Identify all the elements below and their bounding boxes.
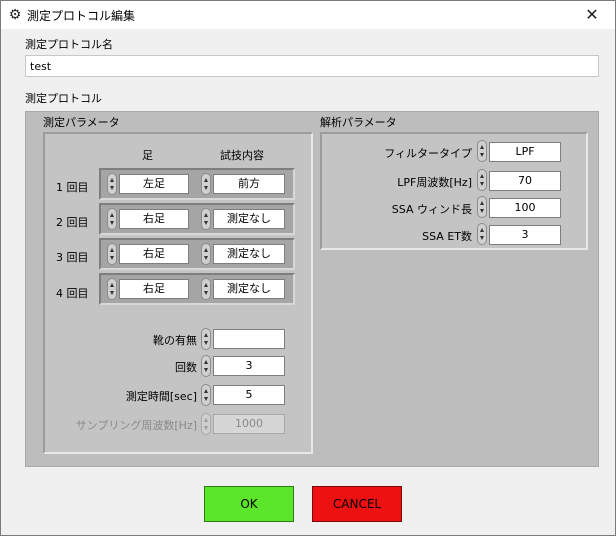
attempt-1-foot-spinner[interactable] (107, 173, 117, 195)
protocol-name-label: 測定プロトコル名 (25, 38, 113, 51)
attempt-3-foot-spinner[interactable] (107, 243, 117, 265)
attempt-2-label: 2 回目 (56, 216, 89, 229)
attempt-2-content-value[interactable]: 測定なし (213, 209, 285, 229)
attempt-1-row: 左足 前方 (99, 168, 295, 200)
title-bar: ⚙ 測定プロトコル編集 ✕ (1, 1, 615, 29)
ssa-window-spinner[interactable] (477, 196, 487, 218)
time-value[interactable]: 5 (213, 385, 285, 405)
protocol-name-input[interactable] (25, 55, 599, 77)
attempt-2-foot-spinner[interactable] (107, 208, 117, 230)
time-spinner[interactable] (201, 384, 211, 406)
measure-params-title: 測定パラメータ (43, 116, 120, 129)
close-button[interactable]: ✕ (569, 1, 615, 29)
time-label: 測定時間[sec] (125, 390, 197, 403)
lpf-freq-label: LPF周波数[Hz] (397, 176, 472, 189)
count-spinner[interactable] (201, 355, 211, 377)
attempt-1-foot-value[interactable]: 左足 (119, 174, 189, 194)
attempt-1-content-spinner[interactable] (201, 173, 211, 195)
ssa-et-value[interactable]: 3 (489, 225, 561, 245)
window-title: 測定プロトコル編集 (27, 9, 136, 23)
attempt-2-row: 右足 測定なし (99, 203, 295, 235)
filter-type-spinner[interactable] (477, 140, 487, 162)
shoes-value[interactable] (213, 329, 285, 349)
ok-button[interactable]: OK (204, 486, 294, 522)
dialog-window: ⚙ 測定プロトコル編集 ✕ 測定プロトコル名 測定プロトコル 測定パラメータ 足… (0, 0, 616, 536)
attempt-2-content-spinner[interactable] (201, 208, 211, 230)
count-value[interactable]: 3 (213, 356, 285, 376)
ssa-window-label: SSA ウィンド長 (391, 203, 472, 216)
shoes-label: 靴の有無 (153, 334, 197, 347)
content-column-header: 試技内容 (220, 149, 264, 162)
attempt-3-foot-value[interactable]: 右足 (119, 244, 189, 264)
protocol-section-label: 測定プロトコル (25, 92, 102, 105)
attempt-2-foot-value[interactable]: 右足 (119, 209, 189, 229)
attempt-4-label: 4 回目 (56, 287, 89, 300)
sampling-value: 1000 (213, 414, 285, 434)
ssa-et-spinner[interactable] (477, 223, 487, 245)
sampling-spinner (201, 413, 211, 435)
cancel-button[interactable]: CANCEL (312, 486, 402, 522)
attempt-4-content-value[interactable]: 測定なし (213, 279, 285, 299)
filter-type-label: フィルタータイプ (384, 147, 472, 160)
lpf-freq-spinner[interactable] (477, 169, 487, 191)
sampling-label: サンプリング周波数[Hz] (75, 419, 197, 432)
filter-type-value[interactable]: LPF (489, 142, 561, 162)
ssa-window-value[interactable]: 100 (489, 198, 561, 218)
app-icon: ⚙ (8, 7, 22, 23)
attempt-4-foot-spinner[interactable] (107, 278, 117, 300)
attempt-1-content-value[interactable]: 前方 (213, 174, 285, 194)
foot-column-header: 足 (142, 149, 153, 162)
attempt-4-row: 右足 測定なし (99, 273, 295, 305)
attempt-3-row: 右足 測定なし (99, 238, 295, 270)
lpf-freq-value[interactable]: 70 (489, 171, 561, 191)
analysis-params-title: 解析パラメータ (320, 116, 397, 129)
shoes-spinner[interactable] (201, 328, 211, 350)
attempt-4-content-spinner[interactable] (201, 278, 211, 300)
count-label: 回数 (175, 361, 197, 374)
attempt-3-content-value[interactable]: 測定なし (213, 244, 285, 264)
attempt-3-content-spinner[interactable] (201, 243, 211, 265)
attempt-3-label: 3 回目 (56, 251, 89, 264)
ssa-et-label: SSA ET数 (422, 230, 472, 243)
attempt-1-label: 1 回目 (56, 181, 89, 194)
attempt-4-foot-value[interactable]: 右足 (119, 279, 189, 299)
